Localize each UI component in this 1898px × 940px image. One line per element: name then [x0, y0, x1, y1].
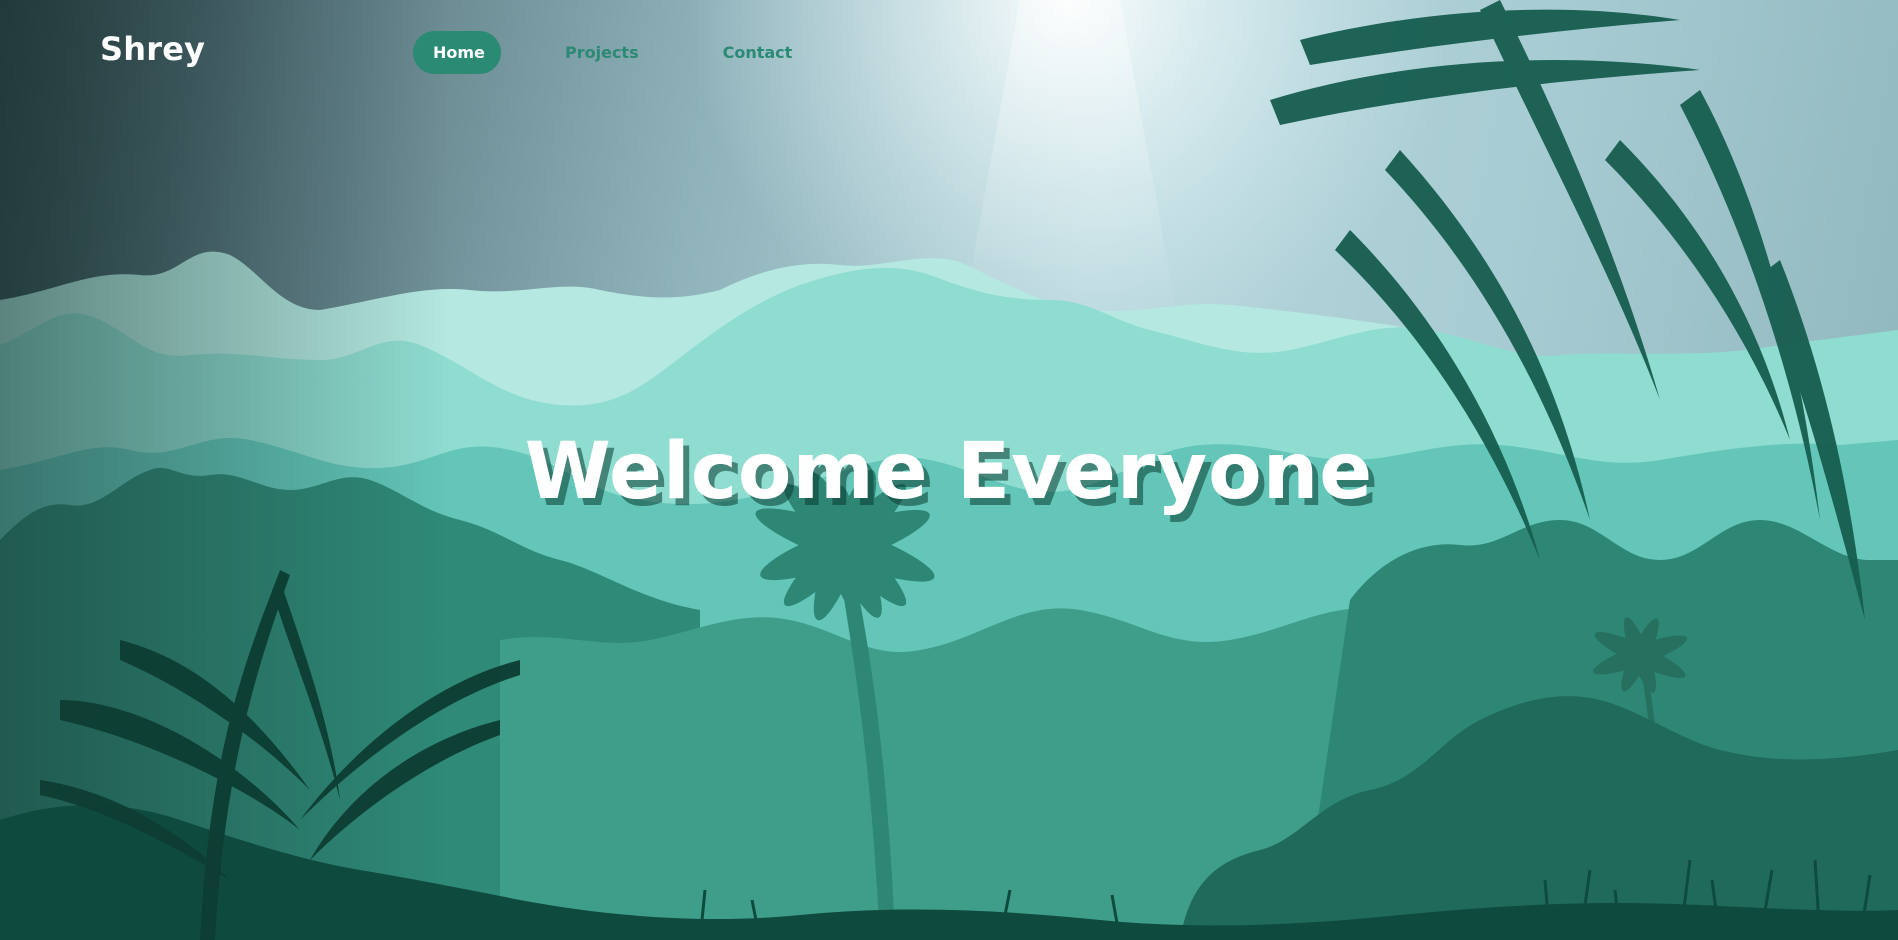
- brand-logo[interactable]: Shrey: [100, 30, 205, 68]
- nav-home-link[interactable]: Home: [413, 31, 501, 74]
- page: Shrey Home Projects Contact Welcome Ever…: [0, 0, 1898, 940]
- hero-title: Welcome Everyone: [524, 427, 1374, 517]
- nav-contact-link[interactable]: Contact: [723, 31, 793, 74]
- top-navbar: Shrey Home Projects Contact: [0, 0, 1898, 104]
- nav-projects-link[interactable]: Projects: [565, 31, 639, 74]
- nav-links: Home Projects Contact: [413, 31, 792, 74]
